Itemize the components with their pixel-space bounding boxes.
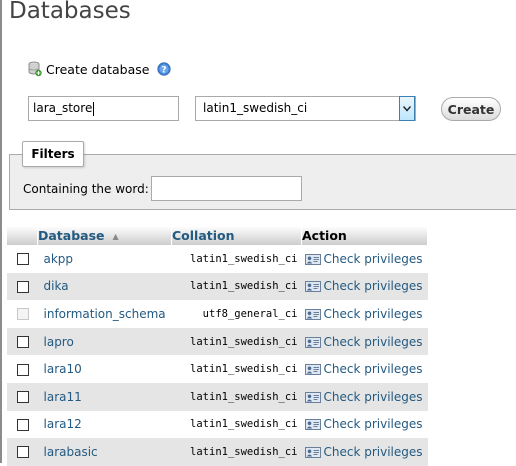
collation-cell: utf8_general_ci xyxy=(171,300,302,328)
row-checkbox[interactable] xyxy=(17,418,29,431)
row-checkbox[interactable] xyxy=(17,336,29,349)
database-plus-icon xyxy=(28,61,42,77)
collation-select[interactable]: latin1_swedish_ci xyxy=(195,96,416,121)
check-privileges-link[interactable]: Check privileges xyxy=(324,445,423,459)
database-link[interactable]: lara11 xyxy=(38,390,82,404)
check-privileges-link[interactable]: Check privileges xyxy=(324,335,423,349)
database-link[interactable]: lapro xyxy=(38,335,74,349)
database-name-cell: lara12 xyxy=(37,410,172,439)
collation-select-value: latin1_swedish_ci xyxy=(203,101,308,115)
collation-cell: latin1_swedish_ci xyxy=(171,327,302,356)
row-checkbox-cell xyxy=(7,327,38,356)
database-link[interactable]: lara12 xyxy=(38,417,82,431)
database-name-cell: larabasic xyxy=(37,438,172,466)
chevron-down-icon[interactable] xyxy=(399,96,415,121)
containing-word-label: Containing the word: xyxy=(23,182,149,196)
row-checkbox-cell xyxy=(7,410,38,439)
collation-cell: latin1_swedish_ci xyxy=(171,438,302,466)
row-checkbox-cell xyxy=(7,382,38,411)
row-checkbox-cell xyxy=(7,272,38,301)
database-name-cell: lara10 xyxy=(37,355,172,383)
databases-table: Database ▲ Collation Action akpp latin1_sw… xyxy=(7,226,428,466)
filters-legend: Filters xyxy=(22,141,84,167)
create-database-label: Create database xyxy=(46,61,150,77)
table-row: information_schema utf8_general_ci Check p… xyxy=(7,300,428,328)
check-privileges-icon[interactable] xyxy=(304,253,321,265)
help-icon[interactable]: ? xyxy=(157,62,172,76)
database-name-cell: lara11 xyxy=(37,382,172,411)
check-privileges-link[interactable]: Check privileges xyxy=(324,252,423,266)
collation-cell: latin1_swedish_ci xyxy=(171,245,302,273)
text-caret xyxy=(93,101,95,116)
table-row: lapro latin1_swedish_ci Check privileges xyxy=(7,327,428,356)
check-privileges-icon[interactable] xyxy=(304,419,321,431)
row-checkbox-cell xyxy=(7,300,38,328)
action-cell: Check privileges xyxy=(301,355,428,383)
database-link[interactable]: lara10 xyxy=(38,362,82,376)
header-database[interactable]: Database ▲ xyxy=(37,226,172,245)
page-title: Databases xyxy=(9,0,131,24)
left-border xyxy=(0,0,2,463)
check-privileges-icon[interactable] xyxy=(304,446,321,458)
collation-cell: latin1_swedish_ci xyxy=(171,272,302,301)
row-checkbox-cell xyxy=(7,355,38,383)
create-button[interactable]: Create xyxy=(441,97,501,121)
check-privileges-icon[interactable] xyxy=(304,308,321,320)
database-name-cell: akpp xyxy=(37,245,172,273)
table-row: lara11 latin1_swedish_ci Check privileges xyxy=(7,382,428,411)
collation-cell: latin1_swedish_ci xyxy=(171,355,302,383)
row-checkbox-cell xyxy=(7,438,38,466)
database-name-cell: lapro xyxy=(37,327,172,356)
header-database-label[interactable]: Database xyxy=(38,228,105,243)
table-row: lara12 latin1_swedish_ci Check privileges xyxy=(7,410,428,439)
action-cell: Check privileges xyxy=(301,410,428,439)
check-privileges-icon[interactable] xyxy=(304,391,321,403)
row-checkbox[interactable] xyxy=(17,280,29,293)
check-privileges-link[interactable]: Check privileges xyxy=(324,417,423,431)
check-privileges-link[interactable]: Check privileges xyxy=(324,362,423,376)
database-name-cell: dika xyxy=(37,272,172,301)
action-cell: Check privileges xyxy=(301,300,428,328)
table-row: larabasic latin1_swedish_ci Check privileg… xyxy=(7,438,428,466)
database-link[interactable]: information_schema xyxy=(38,307,166,321)
table-row: lara10 latin1_swedish_ci Check privileges xyxy=(7,355,428,383)
database-link[interactable]: dika xyxy=(38,279,69,293)
header-collation-label[interactable]: Collation xyxy=(172,228,235,243)
row-checkbox xyxy=(17,308,29,321)
header-checkbox-column xyxy=(7,226,38,245)
create-database-header: Create database ? xyxy=(28,60,172,78)
row-checkbox[interactable] xyxy=(17,363,29,376)
sort-ascending-icon: ▲ xyxy=(112,232,119,241)
collation-cell: latin1_swedish_ci xyxy=(171,382,302,411)
row-checkbox[interactable] xyxy=(17,253,29,266)
database-link[interactable]: larabasic xyxy=(38,445,98,459)
table-row: akpp latin1_swedish_ci Check privileges xyxy=(7,245,428,273)
action-cell: Check privileges xyxy=(301,327,428,356)
row-checkbox-cell xyxy=(7,245,38,273)
action-cell: Check privileges xyxy=(301,245,428,273)
table-header-row: Database ▲ Collation Action xyxy=(7,226,428,245)
database-name-value: lara_store xyxy=(33,101,93,115)
check-privileges-icon[interactable] xyxy=(304,281,321,293)
database-name-input[interactable]: lara_store xyxy=(28,96,179,121)
collation-cell: latin1_swedish_ci xyxy=(171,410,302,439)
database-name-cell: information_schema xyxy=(37,300,172,328)
svg-text:?: ? xyxy=(162,65,167,75)
check-privileges-link[interactable]: Check privileges xyxy=(324,307,423,321)
check-privileges-icon[interactable] xyxy=(304,336,321,348)
header-collation[interactable]: Collation xyxy=(171,226,302,245)
action-cell: Check privileges xyxy=(301,382,428,411)
header-action: Action xyxy=(301,226,428,245)
table-row: dika latin1_swedish_ci Check privileges xyxy=(7,272,428,301)
header-action-label: Action xyxy=(302,228,347,243)
action-cell: Check privileges xyxy=(301,272,428,301)
check-privileges-icon[interactable] xyxy=(304,364,321,376)
containing-word-input[interactable] xyxy=(151,176,302,201)
row-checkbox[interactable] xyxy=(17,446,29,459)
check-privileges-link[interactable]: Check privileges xyxy=(324,390,423,404)
check-privileges-link[interactable]: Check privileges xyxy=(324,279,423,293)
row-checkbox[interactable] xyxy=(17,391,29,404)
action-cell: Check privileges xyxy=(301,438,428,466)
database-link[interactable]: akpp xyxy=(38,252,74,266)
